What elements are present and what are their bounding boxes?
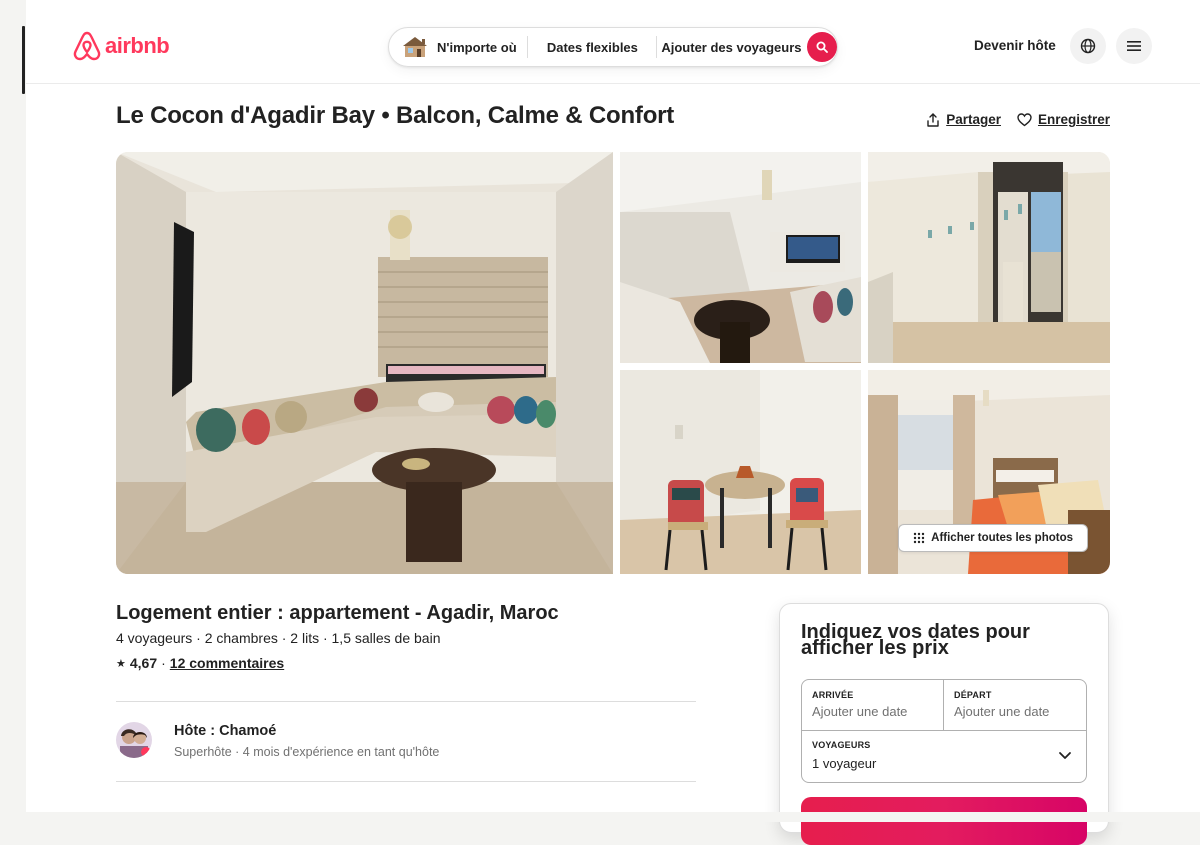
share-label: Partager <box>946 112 1001 127</box>
checkout-placeholder: Ajouter une date <box>954 704 1050 719</box>
airbnb-logo-icon <box>73 31 101 61</box>
checkout-label: DÉPART <box>954 690 992 700</box>
search-button[interactable] <box>807 32 837 62</box>
section-divider <box>116 781 696 782</box>
host-avatar[interactable] <box>116 722 152 758</box>
top-header: airbnb N'importe où Dates flexibles Ajou… <box>26 0 1200 84</box>
house-icon <box>403 37 427 57</box>
guests-field-label: VOYAGEURS <box>812 740 871 750</box>
booking-title: Indiquez vos dates pour afficher les pri… <box>801 621 1030 659</box>
host-meta: Superhôte · 4 mois d'expérience en tant … <box>174 745 440 759</box>
scroll-indicator <box>22 26 25 94</box>
globe-icon <box>1080 38 1096 54</box>
listing-summary: 4 voyageurs · 2 chambres · 2 lits · 1,5 … <box>116 630 441 646</box>
photo-lounge-tv[interactable] <box>620 152 861 363</box>
guests-label: Ajouter des voyageurs <box>661 39 802 55</box>
star-icon: ★ <box>116 657 126 670</box>
booking-card: Indiquez vos dates pour afficher les pri… <box>779 603 1109 845</box>
photo-living-room[interactable] <box>116 152 613 574</box>
reviews-link[interactable]: 12 commentaires <box>170 655 284 671</box>
search-anywhere[interactable]: N'importe où <box>389 36 527 58</box>
grid-dots-icon <box>913 532 925 544</box>
language-button[interactable] <box>1070 28 1106 64</box>
viewport-bottom <box>0 812 1200 822</box>
guests-select[interactable]: VOYAGEURS 1 voyageur <box>802 730 1086 782</box>
search-bar[interactable]: N'importe où Dates flexibles Ajouter des… <box>388 27 838 67</box>
guests-value: 1 voyageur <box>812 756 877 771</box>
search-guests[interactable]: Ajouter des voyageurs <box>657 40 805 55</box>
chevron-down-icon <box>1059 752 1071 759</box>
save-label: Enregistrer <box>1037 112 1110 127</box>
booking-date-picker: ARRIVÉE Ajouter une date DÉPART Ajouter … <box>801 679 1087 783</box>
browser-left-strip <box>0 0 26 822</box>
search-dates[interactable]: Dates flexibles <box>528 40 656 55</box>
dates-label: Dates flexibles <box>546 39 638 55</box>
listing-title: Le Cocon d'Agadir Bay • Balcon, Calme & … <box>116 102 675 129</box>
section-divider <box>116 701 696 702</box>
hamburger-icon <box>1127 41 1141 51</box>
rating-row: ★ 4,67 · 12 commentaires <box>116 655 284 671</box>
photo-bedroom[interactable]: Afficher toutes les photos <box>868 370 1110 574</box>
heart-icon <box>1017 112 1032 126</box>
host-text: Hôte : Chamoé Superhôte · 4 mois d'expér… <box>174 722 439 759</box>
host-section: Hôte : Chamoé Superhôte · 4 mois d'expér… <box>116 722 439 759</box>
listing-actions: Partager Enregistrer <box>926 112 1110 127</box>
show-all-label: Afficher toutes les photos <box>931 532 1073 544</box>
share-button[interactable]: Partager <box>926 112 1001 127</box>
anywhere-label: N'importe où <box>437 39 517 55</box>
listing-type-title: Logement entier : appartement - Agadir, … <box>116 602 559 624</box>
checkin-field[interactable]: ARRIVÉE Ajouter une date <box>802 680 944 730</box>
checkin-placeholder: Ajouter une date <box>812 704 908 719</box>
checkin-label: ARRIVÉE <box>812 690 854 700</box>
host-name: Hôte : Chamoé <box>174 723 277 739</box>
photo-gallery: Afficher toutes les photos <box>116 152 1110 574</box>
save-button[interactable]: Enregistrer <box>1017 112 1110 127</box>
checkout-field[interactable]: DÉPART Ajouter une date <box>944 680 1086 730</box>
rating-value: 4,67 <box>129 655 158 671</box>
brand-wordmark: airbnb <box>105 33 170 58</box>
photo-balcony[interactable] <box>868 152 1110 363</box>
photo-dining[interactable] <box>620 370 861 574</box>
share-icon <box>927 112 939 127</box>
main-menu-button[interactable] <box>1116 28 1152 64</box>
search-icon <box>816 41 829 53</box>
airbnb-logo[interactable]: airbnb <box>72 30 170 62</box>
show-all-photos-button[interactable]: Afficher toutes les photos <box>898 524 1088 552</box>
rating-separator: · <box>161 655 166 671</box>
listing-page: airbnb N'importe où Dates flexibles Ajou… <box>26 0 1200 845</box>
become-host-link[interactable]: Devenir hôte <box>974 38 1056 53</box>
